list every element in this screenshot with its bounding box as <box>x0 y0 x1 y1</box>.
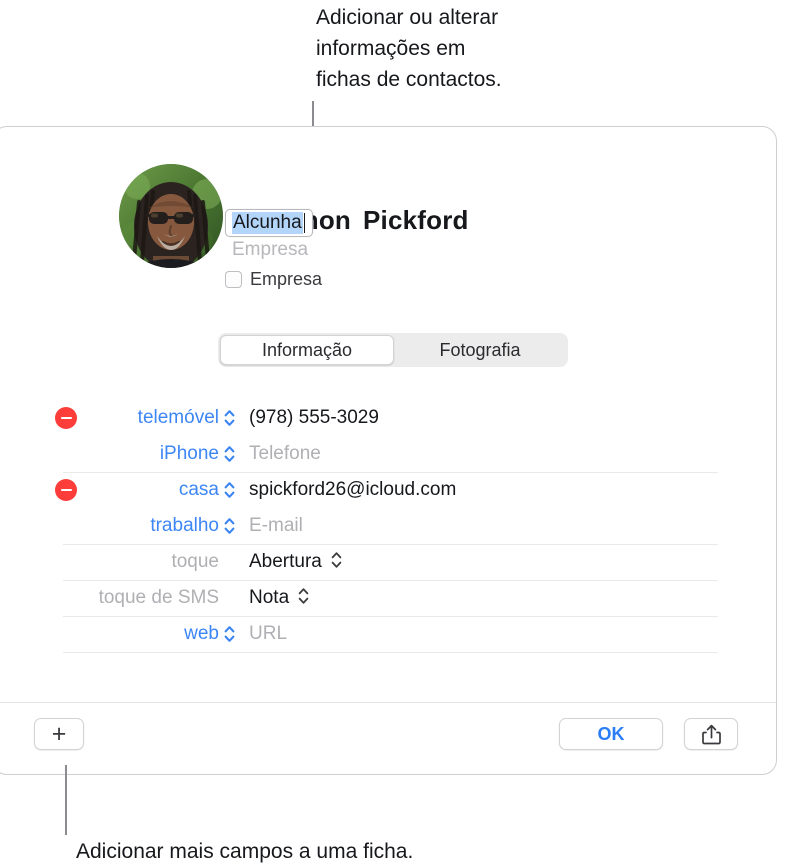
label-stepper-icon[interactable] <box>224 623 235 645</box>
field-value-stepper-group[interactable]: Nota <box>249 585 309 612</box>
field-list-end-separator <box>0 652 776 653</box>
share-button[interactable] <box>684 718 738 750</box>
field-row: casa spickford26@icloud.com <box>0 472 776 508</box>
nickname-input[interactable]: Alcunha <box>225 209 313 237</box>
field-row: toque Abertura <box>0 544 776 580</box>
field-value-placeholder[interactable]: Telefone <box>249 443 321 465</box>
company-input-placeholder[interactable]: Empresa <box>232 239 308 261</box>
nickname-value: Alcunha <box>232 212 303 234</box>
value-stepper-icon[interactable] <box>331 549 342 576</box>
field-label[interactable]: telemóvel <box>93 407 219 429</box>
card-header: SimonPickford Alcunha Empresa Empresa <box>0 127 776 333</box>
field-value[interactable]: spickford26@icloud.com <box>249 479 456 501</box>
field-value: Nota <box>249 587 290 608</box>
segmented-control[interactable]: Informação Fotografia <box>218 333 568 367</box>
field-label: toque <box>171 551 219 572</box>
field-row: toque de SMS Nota <box>0 580 776 616</box>
field-list: telemóvel (978) 555-3029 iPhone Telefone cas… <box>0 400 776 653</box>
field-value-placeholder[interactable]: URL <box>249 623 287 645</box>
field-value-placeholder[interactable]: E-mail <box>249 515 303 537</box>
field-label[interactable]: trabalho <box>93 515 219 537</box>
field-label[interactable]: casa <box>93 479 219 501</box>
field-value[interactable]: (978) 555-3029 <box>249 407 379 429</box>
company-checkbox-row[interactable]: Empresa <box>225 269 322 290</box>
field-value: Abertura <box>249 551 322 572</box>
company-checkbox-label: Empresa <box>250 269 323 289</box>
minus-circle-icon[interactable] <box>55 479 77 501</box>
text-cursor <box>303 213 305 233</box>
last-name: Pickford <box>363 205 469 235</box>
field-row: telemóvel (978) 555-3029 <box>0 400 776 436</box>
share-icon <box>701 724 721 745</box>
field-value-stepper-group[interactable]: Abertura <box>249 549 342 576</box>
label-stepper-icon[interactable] <box>224 407 235 429</box>
minus-circle-icon[interactable] <box>55 407 77 429</box>
callout-text-bottom: Adicionar mais campos a uma ficha. <box>76 840 414 863</box>
card-toolbar: + OK <box>0 703 776 775</box>
field-row: web URL <box>0 616 776 652</box>
tab-informacao[interactable]: Informação <box>220 335 394 365</box>
label-stepper-icon[interactable] <box>224 515 235 537</box>
field-label[interactable]: iPhone <box>93 443 219 465</box>
tab-fotografia[interactable]: Fotografia <box>394 335 566 365</box>
contact-card: SimonPickford Alcunha Empresa Empresa In… <box>0 126 777 775</box>
field-row: iPhone Telefone <box>0 436 776 472</box>
field-row: trabalho E-mail <box>0 508 776 544</box>
label-stepper-icon[interactable] <box>224 479 235 501</box>
checkbox-icon[interactable] <box>225 271 242 288</box>
field-label: toque de SMS <box>98 587 219 608</box>
label-stepper-icon[interactable] <box>224 443 235 465</box>
callout-leader-bottom <box>65 765 67 835</box>
ok-button[interactable]: OK <box>559 718 663 750</box>
value-stepper-icon[interactable] <box>298 585 309 612</box>
field-label[interactable]: web <box>93 623 219 645</box>
avatar[interactable] <box>119 164 223 268</box>
callout-text-top: Adicionar ou alterar informações em fich… <box>316 6 502 91</box>
add-field-button[interactable]: + <box>34 718 84 750</box>
